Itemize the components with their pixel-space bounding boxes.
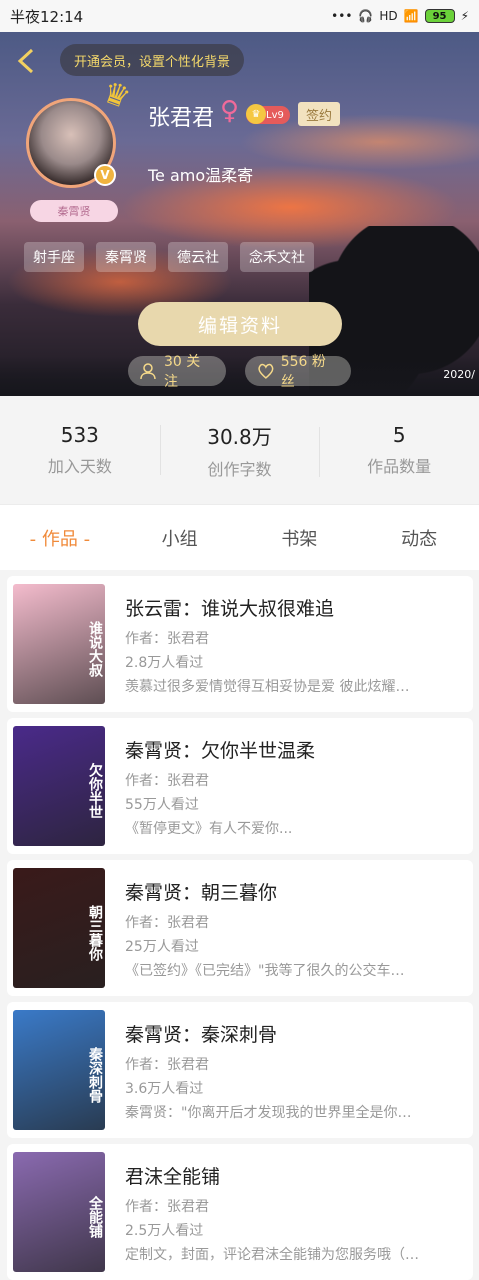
work-title[interactable]: 秦霄贤：朝三暮你 xyxy=(125,878,277,905)
work-title[interactable]: 张云雷：谁说大叔很难追 xyxy=(125,594,334,621)
tab-activity[interactable]: 动态 xyxy=(359,525,479,551)
more-icon: ••• xyxy=(331,9,353,23)
work-description: 羡慕过很多爱情觉得互相妥协是爱 彼此炫耀… xyxy=(125,679,410,695)
work-views: 55万人看过 xyxy=(125,797,199,813)
book-cover[interactable]: 朝三暮你 xyxy=(13,868,105,988)
signal-icon: HD xyxy=(379,9,398,23)
work-description: 秦霄贤："你离开后才发现我的世界里全是你… xyxy=(125,1105,412,1121)
photo-watermark: 2020/ xyxy=(443,368,475,381)
work-title[interactable]: 秦霄贤：秦深刺骨 xyxy=(125,1020,277,1047)
work-author: 作者：张君君 xyxy=(125,773,209,789)
stat-label: 创作字数 xyxy=(207,459,272,479)
battery-icon: 95 xyxy=(424,9,455,23)
verified-badge: V xyxy=(94,164,116,186)
work-description: 定制文，封面，评论君沫全能铺为您服务哦（… xyxy=(125,1247,419,1263)
tab-works[interactable]: - 作品 - xyxy=(0,525,120,551)
work-title[interactable]: 秦霄贤：欠你半世温柔 xyxy=(125,736,315,763)
stat-word-count: 30.8万 创作字数 xyxy=(159,421,320,480)
book-cover[interactable]: 欠你半世 xyxy=(13,726,105,846)
background-ground xyxy=(0,356,479,396)
cover-title: 谁说大叔 xyxy=(87,621,103,677)
status-icons: ••• 🎧 HD 📶 95 ⚡ xyxy=(331,9,469,23)
work-card[interactable]: 秦深刺骨 秦霄贤：秦深刺骨 作者：张君君 3.6万人看过 秦霄贤："你离开后才发… xyxy=(7,1002,473,1138)
tab-groups[interactable]: 小组 xyxy=(120,525,240,551)
signed-badge: 签约 xyxy=(298,102,341,126)
cover-title: 全能铺 xyxy=(87,1196,103,1238)
username: 张君君 xyxy=(148,106,215,131)
work-card[interactable]: 全能铺 君沫全能铺 作者：张君君 2.5万人看过 定制文，封面，评论君沫全能铺为… xyxy=(7,1144,473,1280)
level-crown-icon: ♛ xyxy=(246,104,266,124)
profile-header: 开通会员，设置个性化背景 ♛ V 秦霄贤 张君君 ♀ ♛ Lv9 签约 Te a… xyxy=(0,32,479,396)
stat-join-days: 533 加入天数 xyxy=(0,423,160,477)
book-cover[interactable]: 谁说大叔 xyxy=(13,584,105,704)
stat-label: 加入天数 xyxy=(47,457,112,476)
stat-value: 533 xyxy=(60,423,99,447)
heart-icon xyxy=(258,363,274,379)
stats-row: 533 加入天数 30.8万 创作字数 5 作品数量 xyxy=(0,396,479,504)
level-badge[interactable]: ♛ Lv9 xyxy=(246,104,290,124)
female-icon: ♀ xyxy=(220,96,240,126)
works-list: 谁说大叔 张云雷：谁说大叔很难追 作者：张君君 2.8万人看过 羡慕过很多爱情觉… xyxy=(7,576,473,1280)
avatar-ribbon: 秦霄贤 xyxy=(30,200,118,222)
wifi-icon: 📶 xyxy=(403,9,419,23)
cover-title: 朝三暮你 xyxy=(87,905,103,961)
cover-title: 欠你半世 xyxy=(87,763,103,819)
work-description: 《暂停更文》有人不爱你... xyxy=(125,821,293,837)
tag-list: 射手座 秦霄贤 德云社 念禾文社 xyxy=(24,242,314,272)
work-author: 作者：张君君 xyxy=(125,1199,209,1215)
work-views: 2.5万人看过 xyxy=(125,1223,204,1239)
status-time: 半夜12:14 xyxy=(10,7,84,26)
tab-bookshelf[interactable]: 书架 xyxy=(240,525,360,551)
chevron-left-icon xyxy=(17,48,34,74)
work-card[interactable]: 朝三暮你 秦霄贤：朝三暮你 作者：张君君 25万人看过 《已签约》《已完结》"我… xyxy=(7,860,473,996)
back-button[interactable] xyxy=(12,46,42,76)
work-views: 25万人看过 xyxy=(125,939,199,955)
crown-icon: ♛ xyxy=(97,74,136,117)
vip-background-prompt[interactable]: 开通会员，设置个性化背景 xyxy=(60,44,245,76)
work-views: 3.6万人看过 xyxy=(125,1081,204,1097)
book-cover[interactable]: 全能铺 xyxy=(13,1152,105,1272)
work-views: 2.8万人看过 xyxy=(125,655,204,671)
work-author: 作者：张君君 xyxy=(125,631,209,647)
user-bio: Te amo温柔寄 xyxy=(148,166,254,185)
headphone-icon: 🎧 xyxy=(358,9,374,23)
work-card[interactable]: 谁说大叔 张云雷：谁说大叔很难追 作者：张君君 2.8万人看过 羡慕过很多爱情觉… xyxy=(7,576,473,712)
work-author: 作者：张君君 xyxy=(125,915,209,931)
stat-value: 5 xyxy=(392,423,406,447)
stat-works-count: 5 作品数量 xyxy=(319,423,479,477)
work-description: 《已签约》《已完结》"我等了很久的公交车… xyxy=(125,963,405,979)
charging-icon: ⚡ xyxy=(460,9,469,23)
user-add-icon xyxy=(140,363,156,380)
tag-item[interactable]: 德云社 xyxy=(168,242,228,272)
following-button[interactable]: 30 关注 xyxy=(128,354,226,390)
fans-button[interactable]: 556 粉丝 xyxy=(245,354,351,390)
fans-count: 556 粉丝 xyxy=(280,354,326,390)
stat-value: 30.8万 xyxy=(207,424,272,449)
profile-tabs: - 作品 - 小组 书架 动态 xyxy=(0,504,479,570)
work-author: 作者：张君君 xyxy=(125,1057,209,1073)
cover-title: 秦深刺骨 xyxy=(87,1047,103,1103)
status-bar: 半夜12:14 ••• 🎧 HD 📶 95 ⚡ xyxy=(0,0,479,32)
tag-item[interactable]: 念禾文社 xyxy=(240,242,314,272)
avatar-container[interactable]: ♛ V xyxy=(26,74,135,188)
following-count: 30 关注 xyxy=(163,354,201,390)
tag-item[interactable]: 射手座 xyxy=(24,242,84,272)
stat-label: 作品数量 xyxy=(367,457,432,476)
work-title[interactable]: 君沫全能铺 xyxy=(125,1162,220,1189)
tag-item[interactable]: 秦霄贤 xyxy=(96,242,156,272)
book-cover[interactable]: 秦深刺骨 xyxy=(13,1010,105,1130)
work-card[interactable]: 欠你半世 秦霄贤：欠你半世温柔 作者：张君君 55万人看过 《暂停更文》有人不爱… xyxy=(7,718,473,854)
edit-profile-button[interactable]: 编辑资料 xyxy=(138,302,342,346)
level-text: Lv9 xyxy=(266,109,284,121)
